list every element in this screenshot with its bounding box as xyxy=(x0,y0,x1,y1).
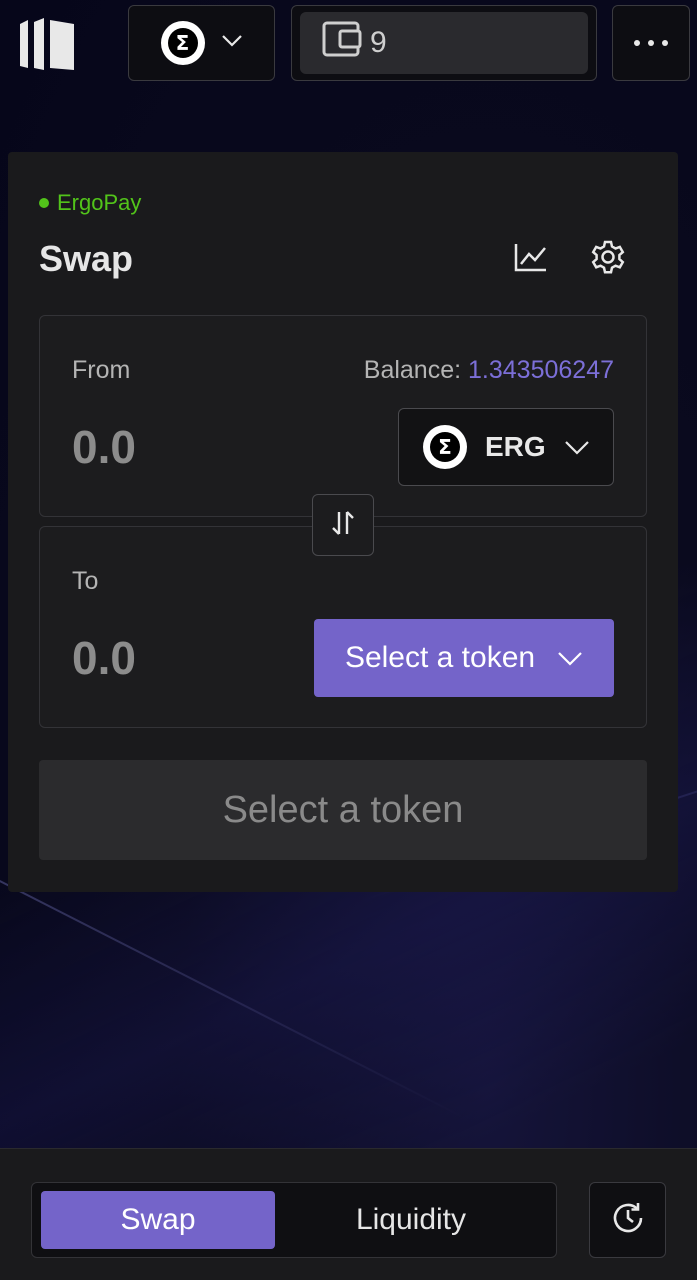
from-token-label: ERG xyxy=(485,431,546,462)
more-horizontal-icon xyxy=(633,34,669,52)
nav-segmented-control: Swap Liquidity xyxy=(31,1182,557,1258)
status-dot xyxy=(39,198,49,208)
tab-liquidity[interactable]: Liquidity xyxy=(294,1191,528,1249)
to-amount-input[interactable]: 0.0 xyxy=(72,631,136,685)
page-title: Swap xyxy=(39,238,134,279)
settings-button[interactable] xyxy=(588,239,628,279)
balance-value[interactable]: 1.343506247 xyxy=(468,356,614,384)
more-menu-button[interactable] xyxy=(612,5,690,81)
ergopay-label: ErgoPay xyxy=(57,190,142,215)
background-decoration xyxy=(0,880,464,1118)
erg-token-icon: Σ xyxy=(423,425,467,469)
swap-card: ErgoPay Swap From Balance: 1.343506247 0… xyxy=(8,152,678,892)
select-token-button[interactable]: Select a token xyxy=(314,619,614,697)
chevron-down-icon xyxy=(564,431,590,463)
chevron-down-icon xyxy=(557,641,583,675)
ergo-network-icon: Σ xyxy=(160,21,205,65)
network-selector[interactable]: Σ xyxy=(128,5,275,81)
ergo-symbol: Σ xyxy=(167,28,198,58)
balance-display: Balance: 1.343506247 xyxy=(364,356,614,385)
to-label: To xyxy=(72,567,99,595)
tab-swap[interactable]: Swap xyxy=(41,1191,275,1249)
wallet-count: 9 xyxy=(370,26,387,59)
switch-tokens-button[interactable] xyxy=(312,494,374,556)
chart-icon xyxy=(514,242,548,277)
to-panel: To 0.0 Select a token xyxy=(39,526,647,728)
swap-arrows-icon xyxy=(330,509,356,542)
history-button[interactable] xyxy=(589,1182,666,1258)
balance-label: Balance: xyxy=(363,356,462,384)
bottom-navigation: Swap Liquidity xyxy=(0,1148,697,1280)
from-panel: From Balance: 1.343506247 0.0 Σ ERG xyxy=(39,315,647,517)
chevron-down-icon xyxy=(221,34,243,53)
submit-button[interactable]: Select a token xyxy=(39,760,647,860)
history-icon xyxy=(610,1200,646,1241)
erg-symbol: Σ xyxy=(430,432,460,462)
wallet-icon xyxy=(322,21,362,65)
from-token-selector[interactable]: Σ ERG xyxy=(398,408,614,486)
app-logo[interactable] xyxy=(18,18,76,72)
select-token-label: Select a token xyxy=(344,641,536,674)
from-amount-input[interactable]: 0.0 xyxy=(72,420,136,474)
chart-button[interactable] xyxy=(511,239,551,279)
gear-icon xyxy=(590,239,626,280)
wallet-button[interactable]: 9 xyxy=(291,5,597,81)
ergopay-status: ErgoPay xyxy=(39,190,141,216)
from-label: From xyxy=(72,356,131,384)
wallet-summary: 9 xyxy=(300,12,588,74)
